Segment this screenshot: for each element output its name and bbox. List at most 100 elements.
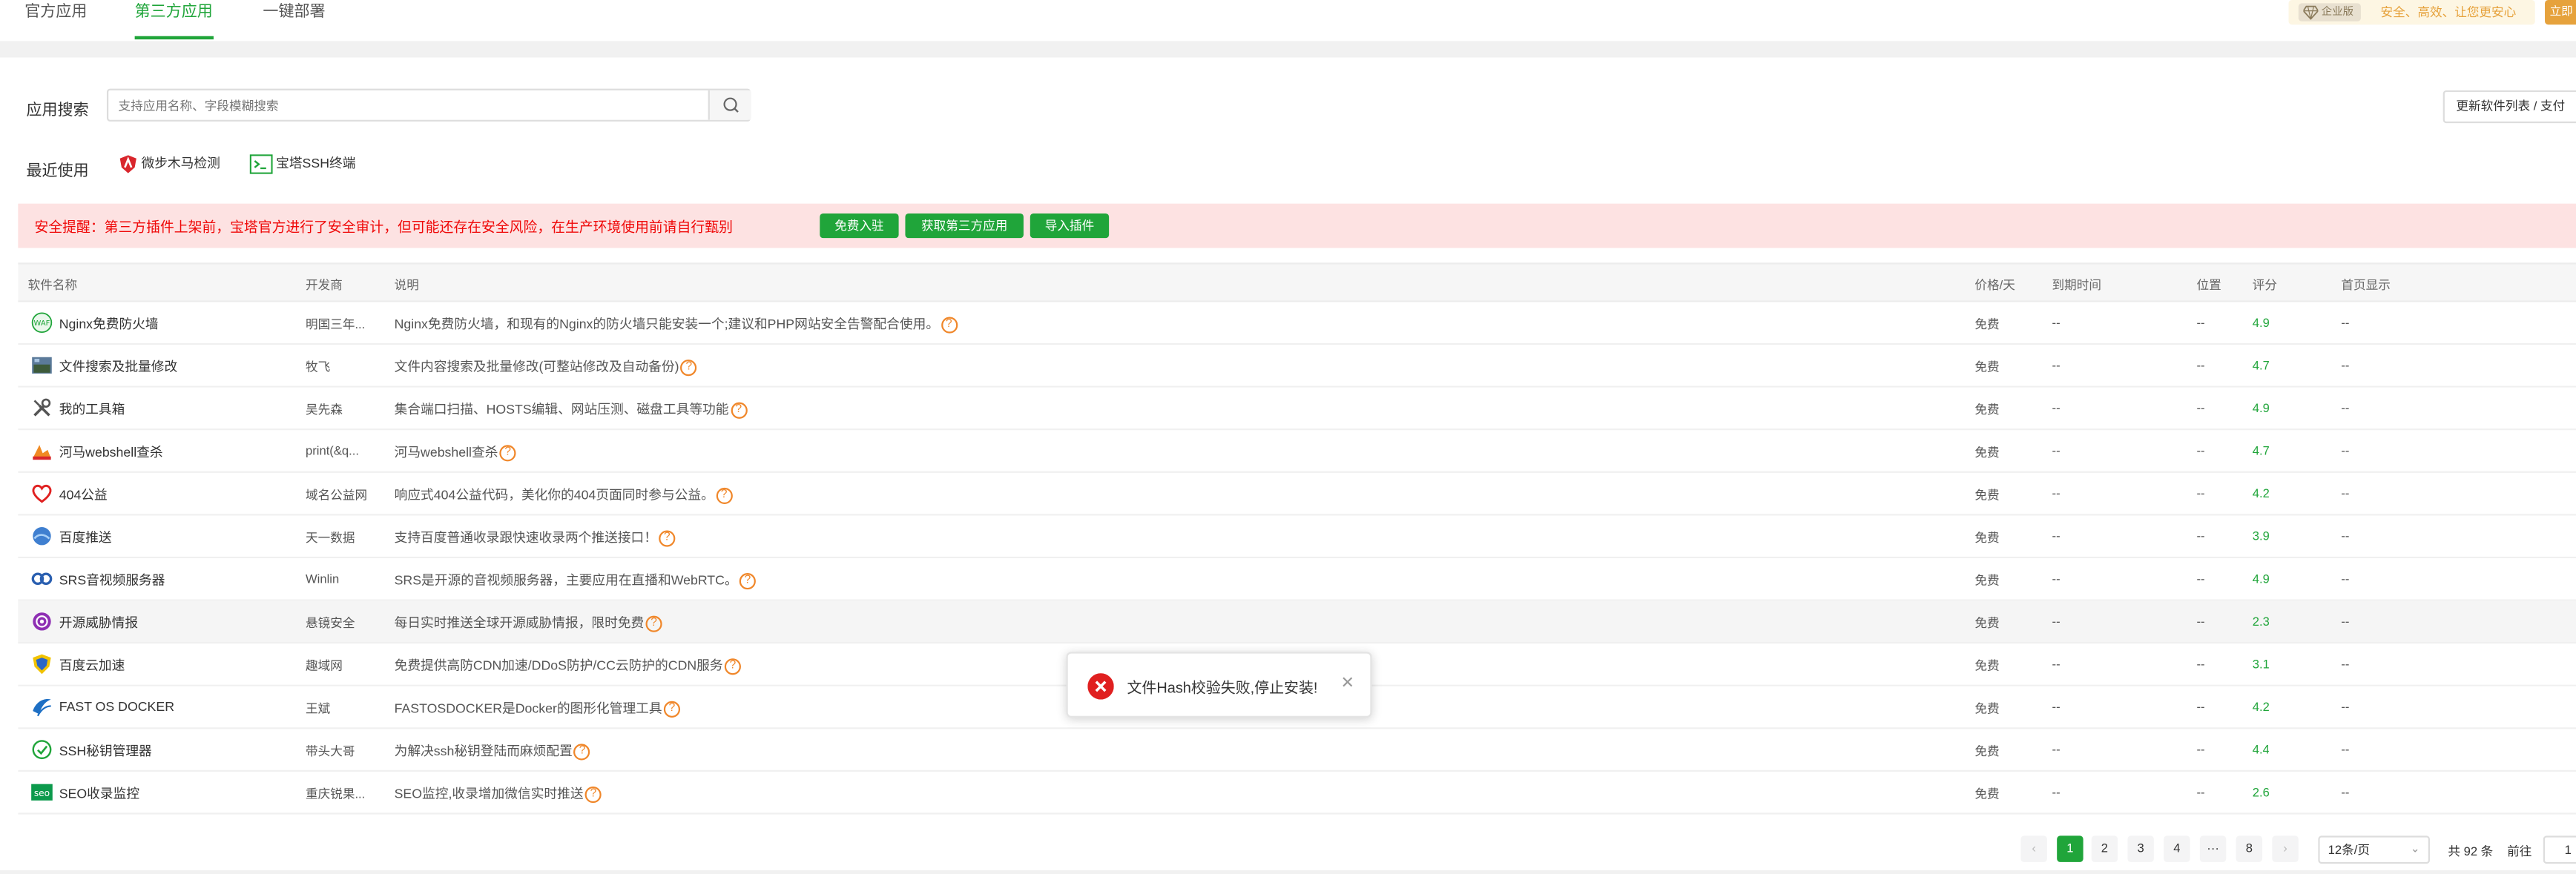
recent-item-label: 微步木马检测	[141, 156, 220, 171]
app-name[interactable]: 开源威胁情报	[59, 614, 138, 632]
app-homepage-display: --	[2341, 529, 2350, 544]
app-name[interactable]: 我的工具箱	[59, 400, 125, 418]
cdn-shield-icon	[33, 654, 51, 675]
webshell-icon	[33, 445, 51, 460]
app-price: 免费	[1974, 487, 2000, 503]
app-price: 免费	[1974, 360, 2000, 375]
tab-one-click-deploy[interactable]: 一键部署	[263, 0, 325, 41]
search-input[interactable]	[108, 90, 708, 120]
app-name[interactable]: 百度云加速	[59, 657, 125, 675]
help-icon[interactable]: ?	[574, 744, 591, 761]
free-join-button[interactable]: 免费入驻	[820, 213, 899, 239]
enterprise-buy-button[interactable]: 立即	[2545, 0, 2576, 25]
tab-third-party-apps[interactable]: 第三方应用	[134, 0, 213, 41]
help-icon[interactable]: ?	[499, 445, 516, 462]
app-developer: 趣域网	[305, 658, 343, 674]
table-row[interactable]: SRS音视频服务器 Winlin SRS是开源的音视频服务器，主要应用在直播和W…	[18, 558, 2576, 601]
help-icon[interactable]: ?	[716, 487, 733, 504]
error-toast: 文件Hash校验失败,停止安装! ✕	[1066, 652, 1372, 718]
page-ellipsis[interactable]: ···	[2199, 835, 2227, 862]
svg-text:seo: seo	[34, 788, 50, 798]
app-name[interactable]: FAST OS DOCKER	[59, 700, 174, 715]
recent-item-label: 宝塔SSH终端	[276, 156, 356, 171]
get-third-party-apps-button[interactable]: 获取第三方应用	[905, 213, 1024, 239]
pagination: ‹ 1 2 3 4 ··· 8 › 12条/页 ⌄ 共 92 条 前往 1	[0, 832, 2576, 865]
table-row[interactable]: 我的工具箱 吴先森 集合端口扫描、HOSTS编辑、网站压测、磁盘工具等功能? 免…	[18, 387, 2576, 431]
app-name[interactable]: Nginx免费防火墙	[59, 315, 159, 333]
table-row[interactable]: 文件搜索及批量修改 牧飞 文件内容搜索及批量修改(可整站修改及自动备份)? 免费…	[18, 345, 2576, 388]
tab-official-apps[interactable]: 官方应用	[24, 0, 87, 41]
app-expire: --	[2052, 699, 2061, 715]
app-description-text: 集合端口扫描、HOSTS编辑、网站压测、磁盘工具等功能	[394, 402, 729, 417]
active-tab-indicator	[134, 36, 213, 40]
page-button[interactable]: 3	[2127, 835, 2154, 862]
app-position: --	[2196, 529, 2205, 544]
enterprise-slogan: 安全、高效、让您更安心	[2380, 4, 2517, 20]
app-expire: --	[2052, 400, 2061, 416]
main-panel: 应用搜索 更新软件列表 / 支付 最近使用 微步木马检测 宝塔SSH	[0, 57, 2576, 870]
import-plugin-button[interactable]: 导入插件	[1030, 213, 1110, 239]
app-description: Nginx免费防火墙，和现有的Nginx的防火墙只能安装一个;建议和PHP网站安…	[395, 315, 958, 334]
app-name[interactable]: 百度推送	[59, 529, 112, 546]
search-button[interactable]	[708, 90, 751, 120]
help-icon[interactable]: ?	[739, 572, 757, 589]
app-name[interactable]: SEO收录监控	[59, 785, 139, 803]
prev-page-button[interactable]: ‹	[2020, 835, 2047, 862]
close-icon[interactable]: ✕	[1340, 675, 1354, 692]
app-homepage-display: --	[2341, 443, 2350, 458]
app-position: --	[2196, 400, 2205, 416]
app-homepage-display: --	[2341, 784, 2350, 800]
column-header-expire: 到期时间	[2052, 277, 2101, 293]
help-icon[interactable]: ?	[645, 615, 662, 632]
app-expire: --	[2052, 529, 2061, 544]
table-row[interactable]: 百度推送 天一数据 支持百度普通收录跟快速收录两个推送接口！? 免费 -- --…	[18, 515, 2576, 559]
help-icon[interactable]: ?	[659, 530, 676, 547]
help-icon[interactable]: ?	[680, 359, 697, 376]
table-row[interactable]: 河马webshell查杀 print(&q... 河马webshell查杀? 免…	[18, 430, 2576, 473]
app-description: 免费提供高防CDN加速/DDoS防护/CC云防护的CDN服务?	[395, 657, 741, 675]
search-icon	[723, 97, 739, 113]
page-button[interactable]: 4	[2164, 835, 2190, 862]
app-description-text: 支持百度普通收录跟快速收录两个推送接口！	[394, 530, 657, 546]
next-page-button[interactable]: ›	[2272, 835, 2299, 862]
waf-icon: WAF	[31, 312, 53, 333]
baidu-push-icon	[33, 527, 51, 546]
app-name[interactable]: SSH秘钥管理器	[59, 742, 152, 760]
app-score: 3.9	[2252, 529, 2270, 544]
help-icon[interactable]: ?	[941, 317, 958, 334]
table-row[interactable]: WAF Nginx免费防火墙 明国三年... Nginx免费防火墙，和现有的Ng…	[18, 302, 2576, 345]
column-header-homepage: 首页显示	[2341, 277, 2391, 293]
page-button[interactable]: 1	[2057, 835, 2083, 862]
app-score: 2.6	[2252, 784, 2270, 800]
page-button[interactable]: 8	[2236, 835, 2263, 862]
app-description: 为解决ssh秘钥登陆而麻烦配置?	[395, 742, 591, 761]
enterprise-banner[interactable]: 企业版 安全、高效、让您更安心	[2288, 0, 2535, 25]
app-description: SEO监控,收录增加微信实时推送?	[395, 785, 602, 803]
app-score: 4.4	[2252, 742, 2270, 758]
recent-item-ssh-terminal[interactable]: 宝塔SSH终端	[249, 153, 356, 176]
help-icon[interactable]: ?	[663, 701, 680, 718]
page-size-select[interactable]: 12条/页 ⌄	[2318, 835, 2430, 864]
table-row[interactable]: SSH秘钥管理器 带头大哥 为解决ssh秘钥登陆而麻烦配置? 免费 -- -- …	[18, 729, 2576, 772]
update-software-list-button[interactable]: 更新软件列表 / 支付	[2442, 90, 2576, 124]
app-name[interactable]: 文件搜索及批量修改	[59, 358, 177, 376]
app-name[interactable]: 河马webshell查杀	[59, 443, 163, 461]
column-header-price[interactable]: 价格/天	[1974, 276, 2015, 294]
app-expire: --	[2052, 742, 2061, 758]
help-icon[interactable]: ?	[730, 402, 747, 419]
column-header-name[interactable]: 软件名称	[28, 276, 77, 294]
recent-item-threatbook[interactable]: 微步木马检测	[118, 153, 220, 176]
goto-page-input[interactable]: 1	[2543, 835, 2576, 864]
app-description-text: 文件内容搜索及批量修改(可整站修改及自动备份)	[394, 360, 679, 375]
table-row[interactable]: seo SEO收录监控 重庆锐果... SEO监控,收录增加微信实时推送? 免费…	[18, 772, 2576, 815]
page-button[interactable]: 2	[2091, 835, 2118, 862]
recent-used-label: 最近使用	[26, 162, 89, 181]
help-icon[interactable]: ?	[584, 786, 602, 803]
table-row[interactable]: 404公益 域名公益网 响应式404公益代码，美化你的404页面同时参与公益。?…	[18, 472, 2576, 516]
app-name[interactable]: SRS音视频服务器	[59, 572, 165, 589]
table-row[interactable]: 开源威胁情报 悬镜安全 每日实时推送全球开源威胁情报，限时免费? 免费 -- -…	[18, 600, 2576, 644]
app-name[interactable]: 404公益	[59, 486, 108, 504]
help-icon[interactable]: ?	[724, 658, 741, 675]
app-expire: --	[2052, 656, 2061, 672]
app-expire: --	[2052, 357, 2061, 373]
